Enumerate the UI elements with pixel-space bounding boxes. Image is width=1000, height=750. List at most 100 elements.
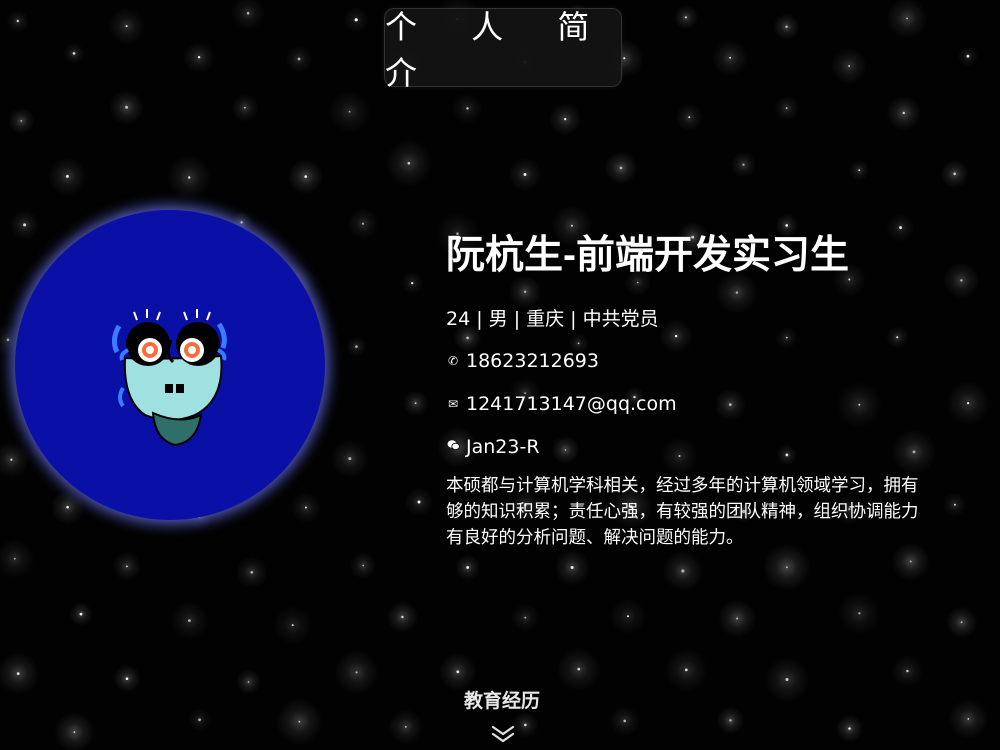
star [785, 566, 788, 569]
star [785, 25, 788, 28]
star [246, 11, 250, 15]
star [244, 106, 246, 109]
star [291, 624, 294, 627]
mail-icon: ✉ [447, 397, 459, 411]
star [953, 172, 956, 176]
basic-info-text: 24 | 男 | 重庆 | 中共党员 [446, 308, 659, 330]
star [79, 612, 83, 616]
star [785, 678, 789, 681]
email-address: 1241713147@qq.com [466, 393, 677, 415]
star [688, 116, 691, 119]
star [456, 670, 460, 674]
star [13, 557, 16, 560]
bio-line: 有良好的分析问题、解决问题的能力。 [446, 528, 744, 548]
star [362, 564, 365, 567]
star [524, 723, 527, 727]
education-section-link[interactable]: 教育经历 [452, 686, 552, 713]
star [960, 621, 963, 624]
star [906, 17, 908, 20]
avatar [15, 210, 325, 520]
star [966, 54, 970, 58]
profile-email: ✉ 1241713147@qq.com [446, 393, 1000, 415]
star [848, 727, 851, 730]
profile-name: 阮杭生-前端开发实习生 [446, 234, 849, 277]
star [742, 163, 745, 166]
star [729, 719, 732, 722]
star [902, 111, 905, 115]
star [729, 56, 731, 59]
star [126, 565, 128, 568]
star [848, 65, 850, 67]
star [577, 667, 581, 671]
page: 个 人 简 介 阮杭生-前端开发实习生 24 | 男 | 重庆 | 中共党员 ✆… [0, 0, 1000, 750]
double-chevron-down-icon[interactable] [490, 724, 516, 744]
star [627, 615, 629, 618]
star [250, 571, 254, 574]
star [355, 671, 358, 674]
avatar-face-illustration [111, 309, 227, 447]
star [198, 718, 201, 722]
star-glow [0, 539, 35, 579]
star [10, 458, 13, 461]
bio-line: 本硕都与计算机学科相关，经过多年的计算机领域学习，拥有 [446, 476, 919, 496]
star [407, 161, 411, 165]
star [524, 616, 527, 619]
star [906, 669, 909, 673]
phone-icon: ✆ [447, 354, 459, 368]
profile-phone: ✆ 18623212693 [446, 350, 1000, 372]
star [466, 566, 470, 569]
profile-info: 阮杭生-前端开发实习生 24 | 男 | 重庆 | 中共党员 ✆ 1862321… [446, 226, 1000, 551]
star [619, 166, 623, 170]
star [414, 402, 417, 404]
star [570, 566, 574, 569]
star-glow [231, 0, 266, 31]
star [16, 672, 20, 675]
star [188, 619, 191, 622]
profile-basic-info: 24 | 男 | 重庆 | 中共党员 [446, 308, 1000, 330]
star [411, 282, 414, 285]
star-glow [54, 711, 95, 750]
phone-number: 18623212693 [466, 350, 599, 372]
profile-wechat: Jan23-R [446, 436, 1000, 458]
star [354, 18, 358, 22]
star [858, 169, 861, 172]
bio-line: 够的知识积累；责任心强，有较强的团队精神，组织协调能力 [446, 502, 919, 522]
star [73, 731, 76, 733]
wechat-icon [446, 436, 460, 458]
star [355, 345, 358, 348]
star [20, 120, 23, 122]
star [523, 173, 527, 176]
star [623, 719, 626, 723]
star [404, 725, 407, 728]
star [858, 612, 861, 615]
star [564, 118, 567, 121]
star [297, 57, 301, 61]
star-glow [886, 0, 928, 39]
star [361, 222, 365, 225]
section-title: 个 人 简 介 [385, 7, 612, 92]
star [684, 16, 688, 19]
star [466, 107, 469, 110]
star [401, 615, 404, 619]
section-title-box: 个 人 简 介 [384, 8, 622, 92]
star [65, 174, 69, 178]
star [188, 176, 191, 179]
star [16, 19, 19, 23]
star [247, 681, 250, 683]
star [348, 110, 351, 113]
star [125, 105, 129, 109]
star [684, 668, 688, 672]
star [197, 56, 201, 59]
star [736, 617, 739, 620]
star [125, 677, 129, 680]
star [681, 569, 685, 573]
star [304, 175, 308, 178]
star-glow [0, 652, 40, 695]
star [967, 718, 970, 720]
star [785, 107, 788, 109]
profile-bio: 本硕都与计算机学科相关，经过多年的计算机领域学习，拥有 够的知识积累；责任心强，… [446, 473, 1000, 551]
star [417, 500, 421, 504]
star [298, 720, 301, 723]
star [348, 457, 352, 461]
star [909, 560, 912, 563]
